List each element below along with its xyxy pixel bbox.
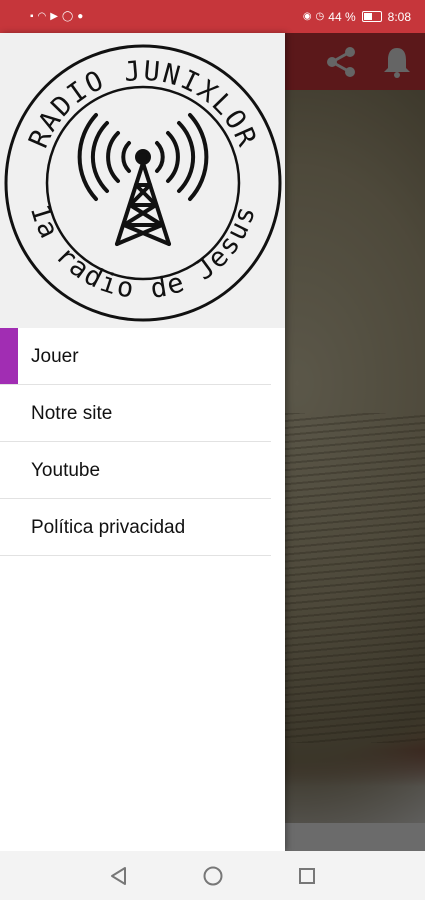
sim-icon: ▪ — [30, 10, 34, 22]
drawer-header: RADIO JUNIXLOR 1a radio de Jesus — [0, 33, 285, 328]
drawer-menu: Jouer Notre site Youtube Política privac… — [0, 328, 285, 556]
svg-text:1a radio de Jesus: 1a radio de Jesus — [24, 201, 263, 305]
alarm-icon: ◷ — [315, 10, 325, 22]
menu-item-privacy-policy[interactable]: Política privacidad — [0, 499, 285, 556]
status-bar: ▪ ◠ ▶ ◯ ● ◉ ◷ 44 % 8:08 — [0, 0, 425, 33]
battery-icon — [361, 11, 382, 22]
menu-item-label: Notre site — [31, 402, 113, 424]
play-store-icon: ▶ — [50, 10, 58, 22]
status-bar-left: ▪ ◠ ▶ ◯ ● — [30, 10, 84, 22]
whatsapp-icon: ◯ — [61, 10, 74, 22]
menu-item-youtube[interactable]: Youtube — [0, 442, 285, 499]
logo-bottom-text: 1a radio de Jesus — [24, 201, 261, 305]
menu-item-label: Jouer — [31, 345, 79, 367]
location-icon: ● — [77, 10, 84, 22]
home-icon[interactable] — [198, 861, 228, 891]
navigation-drawer: RADIO JUNIXLOR 1a radio de Jesus Jouer N… — [0, 33, 285, 851]
battery-percent: 44 % — [328, 9, 356, 24]
back-icon[interactable] — [104, 861, 134, 891]
menu-item-label: Política privacidad — [31, 516, 186, 538]
system-navigation-bar — [0, 851, 425, 900]
wifi-icon: ◠ — [37, 10, 47, 22]
recents-icon[interactable] — [292, 861, 322, 891]
status-bar-right: ◉ ◷ 44 % 8:08 — [303, 10, 411, 24]
clock: 8:08 — [387, 9, 411, 24]
eye-icon: ◉ — [302, 10, 312, 22]
menu-item-label: Youtube — [31, 459, 101, 481]
radio-logo: RADIO JUNIXLOR 1a radio de Jesus — [4, 44, 282, 322]
menu-item-jouer[interactable]: Jouer — [0, 328, 285, 385]
radio-tower-icon — [77, 113, 209, 246]
menu-item-notre-site[interactable]: Notre site — [0, 385, 285, 442]
active-item-marker — [0, 328, 18, 385]
